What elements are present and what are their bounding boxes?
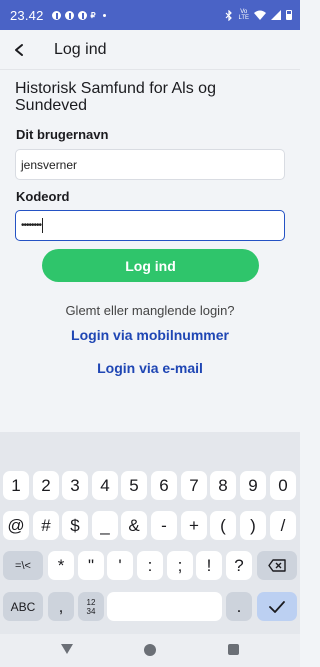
done-key[interactable] [257, 592, 297, 621]
password-value: •••••••• [21, 220, 42, 231]
key-4[interactable]: 4 [92, 471, 118, 500]
key-paren-open[interactable]: ( [210, 511, 236, 540]
system-icons: Vo LTE [225, 9, 292, 21]
key-6[interactable]: 6 [151, 471, 177, 500]
key-slash[interactable]: / [270, 511, 296, 540]
keyboard: 1 2 3 4 5 6 7 8 9 0 @ # $ _ & - + ( ) / … [0, 432, 300, 634]
signal-icon [271, 10, 281, 20]
arrow-left-icon [15, 44, 23, 56]
key-3[interactable]: 3 [62, 471, 88, 500]
login-button[interactable]: Log ind [42, 249, 259, 282]
key-question[interactable]: ? [226, 551, 252, 580]
facebook-icon [51, 10, 61, 20]
username-label: Dit brugernavn [16, 127, 109, 142]
password-field[interactable]: •••••••• [15, 210, 285, 241]
key-2[interactable]: 2 [33, 471, 59, 500]
spacebar[interactable] [107, 592, 222, 621]
login-via-email-link[interactable]: Login via e-mail [0, 360, 300, 376]
key-plus[interactable]: + [181, 511, 207, 540]
key-more-symbols[interactable]: =\< [3, 551, 43, 580]
username-value: jensverner [21, 157, 78, 172]
key-colon[interactable]: : [137, 551, 163, 580]
key-exclamation[interactable]: ! [196, 551, 222, 580]
bluetooth-icon [225, 9, 233, 21]
p-icon: ₽ [90, 10, 96, 20]
key-9[interactable]: 9 [240, 471, 266, 500]
key-minus[interactable]: - [151, 511, 177, 540]
volte-icon: Vo LTE [238, 9, 249, 21]
key-double-quote[interactable]: " [78, 551, 104, 580]
key-hash[interactable]: # [33, 511, 59, 540]
more-notifications-dot [102, 13, 106, 17]
key-0[interactable]: 0 [270, 471, 296, 500]
wifi-icon [254, 10, 266, 20]
nav-back-icon[interactable] [61, 644, 73, 654]
nav-recents-icon[interactable] [228, 644, 239, 655]
nav-home-icon[interactable] [144, 644, 156, 656]
facebook-icon [77, 10, 87, 20]
app-bar: Log ind [0, 30, 300, 70]
key-asterisk[interactable]: * [48, 551, 74, 580]
key-1[interactable]: 1 [3, 471, 29, 500]
notification-icons: ₽ [51, 10, 106, 20]
password-label: Kodeord [16, 189, 70, 204]
system-nav-bar [0, 634, 300, 667]
username-field[interactable]: jensverner [15, 149, 285, 180]
battery-icon [286, 10, 292, 20]
key-period[interactable]: . [226, 592, 252, 621]
key-dollar[interactable]: $ [62, 511, 88, 540]
key-semicolon[interactable]: ; [167, 551, 193, 580]
page-title: Log ind [54, 41, 107, 58]
status-time: 23.42 [10, 7, 44, 23]
key-ampersand[interactable]: & [121, 511, 147, 540]
facebook-icon [64, 10, 74, 20]
forgot-login-text: Glemt eller manglende login? [65, 303, 235, 318]
key-underscore[interactable]: _ [92, 511, 118, 540]
text-cursor [42, 218, 44, 233]
status-bar: 23.42 ₽ Vo LTE [0, 0, 300, 30]
key-paren-close[interactable]: ) [240, 511, 266, 540]
organization-name: Historisk Samfund for Als og Sundeved [15, 80, 216, 114]
key-at[interactable]: @ [3, 511, 29, 540]
login-via-mobile-link[interactable]: Login via mobilnummer [0, 327, 300, 343]
key-5[interactable]: 5 [121, 471, 147, 500]
key-abc[interactable]: ABC [3, 592, 43, 621]
checkmark-icon [269, 600, 285, 613]
key-single-quote[interactable]: ' [107, 551, 133, 580]
backspace-key[interactable] [257, 551, 297, 580]
back-button[interactable] [0, 30, 40, 70]
key-8[interactable]: 8 [210, 471, 236, 500]
key-7[interactable]: 7 [181, 471, 207, 500]
key-numpad[interactable]: 12 34 [78, 592, 104, 621]
backspace-icon [268, 559, 286, 572]
header-divider [0, 69, 300, 70]
key-comma[interactable]: , [48, 592, 74, 621]
